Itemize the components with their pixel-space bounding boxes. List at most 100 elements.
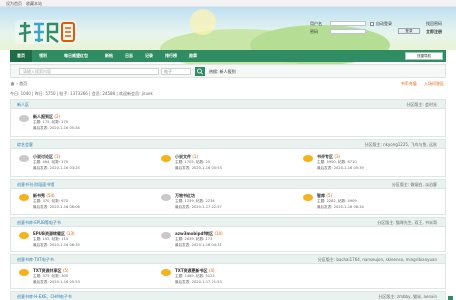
forum-icon-new bbox=[19, 232, 29, 239]
forum-cell[interactable]: 万物书红坊 主题: 1259, 帖数: 2234 最后发表: 2020-1-17… bbox=[161, 191, 301, 215]
forum-title[interactable]: 书评专区 bbox=[317, 154, 333, 159]
nav-item-red-packet[interactable]: 每日威望红包 bbox=[54, 50, 98, 62]
forum-today-count: (5) bbox=[326, 193, 333, 198]
forum-section: 综艺会客 分区版主: nkyong1225, 飞鸟与鱼, 远秋 小说讨论区 (1… bbox=[10, 139, 446, 177]
section-title[interactable]: 综艺会客 bbox=[17, 142, 33, 148]
forum-cell[interactable]: 书评专区 (3) 主题: 5900, 帖数: 6710 最后发表: 2020-1… bbox=[303, 152, 443, 176]
sun-icon bbox=[190, 9, 216, 35]
forum-today-count: (13) bbox=[66, 231, 75, 236]
forum-cell[interactable]: 小说文件 (1) 主题: 1705, 帖数: 25 最后发表: 2020-1-1… bbox=[161, 152, 301, 176]
forum-last-post[interactable]: 最后发表: 2020-1-16 05:34 bbox=[33, 126, 80, 131]
forum-last-post[interactable]: 最后发表: 2020-1-17 22:57 bbox=[175, 205, 222, 210]
forum-title[interactable]: 小说讨论区 bbox=[33, 154, 53, 159]
username-input[interactable] bbox=[330, 21, 366, 26]
forum-title[interactable]: 小说文件 bbox=[175, 154, 191, 159]
hot-search-label: 热搜: bbox=[209, 69, 219, 74]
search-type-select[interactable]: 帖子 bbox=[161, 68, 191, 75]
section-title[interactable]: 创意书刊·阶段面书馆 bbox=[17, 182, 54, 188]
nav-item-records[interactable]: 记录 bbox=[140, 50, 158, 62]
forum-title[interactable]: TXT资源共享区 bbox=[33, 268, 62, 273]
forum-cell[interactable]: EPUB资源转载区 (13) 主题: 102, 帖数: 113 最后发表: 20… bbox=[19, 229, 159, 253]
forum-topics: 主题: 1259, 帖数: 2234 bbox=[175, 199, 215, 203]
forum-cell[interactable]: 新书秀 (54) 主题: 370, 帖数: 675 最后发表: 2020-1-1… bbox=[19, 191, 159, 215]
section-title[interactable]: 创意书库·TXT电子书 bbox=[17, 257, 54, 263]
auto-login-checkbox[interactable] bbox=[370, 21, 374, 26]
award-link[interactable]: 书币充值 bbox=[401, 81, 417, 86]
nav-item-new-posts[interactable]: 新帖 bbox=[100, 50, 118, 62]
forum-topics: 主题: 370, 帖数: 675 bbox=[33, 199, 69, 203]
forum-section: 创意书库·H-EXE、CHM电子书 分区版主: zmbby, 猫米, aenxi… bbox=[10, 291, 446, 300]
forum-title[interactable]: EPUB资源转载区 bbox=[33, 231, 65, 236]
section-moderators: 分区版主: 微烟白, 淡泊客 bbox=[391, 182, 437, 187]
forum-last-post[interactable]: 最后发表: 2020-1-16 06:34 bbox=[317, 205, 364, 210]
home-icon bbox=[10, 81, 15, 86]
password-input[interactable] bbox=[330, 29, 366, 34]
forum-today-count: (10) bbox=[214, 231, 223, 236]
section-header: 创意书库·H-EXE、CHM电子书 分区版主: zmbby, 猫米, aenxi… bbox=[11, 292, 445, 300]
register-link[interactable]: 立即注册 bbox=[426, 29, 442, 35]
forum-cell[interactable]: TXT资源更新书区 (4) 主题: 1489, 帖数: 5123 最后发表: 2… bbox=[161, 266, 301, 290]
quick-nav-button[interactable]: 快捷导航 bbox=[405, 52, 443, 60]
forum-last-post[interactable]: 最后发表: 2020-1-17 21:53 bbox=[175, 280, 222, 285]
login-form: 用户名 自动登录 找回密码 密码 登录 立即注册 bbox=[310, 21, 450, 49]
search-input[interactable]: 请输入搜索内容 bbox=[19, 68, 159, 75]
forum-last-post[interactable]: 最后发表: 2020-1-16 06:35 bbox=[33, 243, 80, 248]
forum-cell[interactable]: azw3mobipdf转区 (10) 主题: 2639, 帖数: 173 最后发… bbox=[161, 229, 301, 253]
forum-topics: 主题: 375, 帖数: 305 bbox=[33, 274, 69, 278]
forum-today-count: (1) bbox=[54, 154, 61, 159]
forum-title[interactable]: 新书秀 bbox=[33, 193, 45, 198]
section-moderators: 分区版主: zmbby, 猫米, aenxin bbox=[378, 294, 437, 299]
forum-last-post[interactable]: 最后发表: 2020-1-16 04:31 bbox=[175, 243, 222, 248]
nav-item-home[interactable]: 首页 bbox=[10, 50, 32, 62]
forum-cell[interactable]: 智库 (5) 主题: 2282, 帖数: 4909 最后发表: 2020-1-1… bbox=[303, 191, 443, 215]
site-logo[interactable] bbox=[14, 18, 78, 46]
nav-item-medals[interactable]: 勋章 bbox=[184, 50, 202, 62]
section-title[interactable]: 创意书库·EPUB等电子书 bbox=[17, 220, 61, 226]
section-moderators: 分区版主: bachai1764, nanseujon, skleenso, m… bbox=[317, 257, 437, 262]
forum-section: 创意书库·EPUB等电子书 分区版主: 猫咪先生, 双王, 书米哥 EPUB资源… bbox=[10, 217, 446, 252]
stat-welcome: 欢迎新会员: jiruek bbox=[118, 91, 153, 96]
forum-icon-new bbox=[161, 269, 171, 276]
forum-icon bbox=[161, 232, 171, 239]
search-button[interactable] bbox=[195, 67, 205, 76]
forum-stats: 今日: 1040 | 昨日: 5750 | 帖子: 1373266 | 会员: … bbox=[10, 91, 153, 96]
forum-last-post[interactable]: 最后发表: 2020-1-16 05:53 bbox=[175, 166, 222, 171]
section-title[interactable]: 新人区 bbox=[17, 102, 29, 108]
forum-last-post[interactable]: 最后发表: 2020-1-16 06:06 bbox=[33, 205, 80, 210]
main-nav: 首页 领利 每日威望红包 新帖 日志 记录 排行榜 勋章 快捷导航 bbox=[10, 50, 446, 62]
forum-icon-new bbox=[19, 269, 29, 276]
breadcrumb-home[interactable]: 首页 bbox=[19, 81, 27, 86]
forum-last-post[interactable]: 最后发表: 2020-1-16 05:39 bbox=[317, 166, 364, 171]
stat-members: 会员: 24588 bbox=[91, 91, 116, 96]
forum-today-count: (3) bbox=[334, 154, 341, 159]
forum-last-post[interactable]: 最后发表: 2020-1-16 05:53 bbox=[33, 280, 80, 285]
forum-today-count: (5) bbox=[62, 268, 69, 273]
back-to-top-button[interactable] bbox=[448, 296, 453, 300]
nav-item-benefits[interactable]: 领利 bbox=[34, 50, 52, 62]
username-label: 用户名 bbox=[310, 21, 322, 26]
section-moderators: 分区版主: nkyong1225, 飞鸟与鱼, 远秋 bbox=[364, 142, 437, 147]
retrieve-password-link[interactable]: 找回密码 bbox=[426, 21, 442, 27]
nav-item-ranking[interactable]: 排行榜 bbox=[160, 50, 182, 62]
forum-cell[interactable]: 新人报到区 (2) 主题: 175, 帖数: 175 最后发表: 2020-1-… bbox=[19, 112, 159, 136]
forum-title[interactable]: 智库 bbox=[317, 193, 325, 198]
nav-item-blog[interactable]: 日志 bbox=[120, 50, 138, 62]
forum-title[interactable]: TXT资源更新书区 bbox=[175, 268, 208, 273]
forum-title[interactable]: 新人报到区 bbox=[33, 114, 53, 119]
forum-title[interactable]: 万物书红坊 bbox=[175, 193, 195, 198]
forum-icon bbox=[161, 194, 171, 201]
forum-cell[interactable]: 小说讨论区 (1) 主题: 464, 帖数: 175 最后发表: 2020-1-… bbox=[19, 152, 159, 176]
forum-cell[interactable]: TXT资源共享区 (5) 主题: 375, 帖数: 305 最后发表: 2020… bbox=[19, 266, 159, 290]
login-button[interactable]: 登录 bbox=[398, 28, 420, 34]
entry-qa-link[interactable]: 入场问答区 bbox=[424, 81, 444, 86]
forum-today-count: (54) bbox=[46, 193, 55, 198]
forum-topics: 主题: 1489, 帖数: 5123 bbox=[175, 274, 215, 278]
forum-today-count: (2) bbox=[54, 114, 61, 119]
search-icon bbox=[197, 68, 203, 75]
forum-last-post[interactable]: 最后发表: 2020-1-16 03:25 bbox=[33, 166, 80, 171]
forum-title[interactable]: azw3mobipdf转区 bbox=[175, 231, 213, 236]
forum-icon-new bbox=[303, 155, 313, 162]
hot-search-word[interactable]: 新人报到 bbox=[220, 69, 236, 74]
section-title[interactable]: 创意书库·H-EXE、CHM电子书 bbox=[17, 294, 72, 300]
forum-icon-new bbox=[19, 194, 29, 201]
